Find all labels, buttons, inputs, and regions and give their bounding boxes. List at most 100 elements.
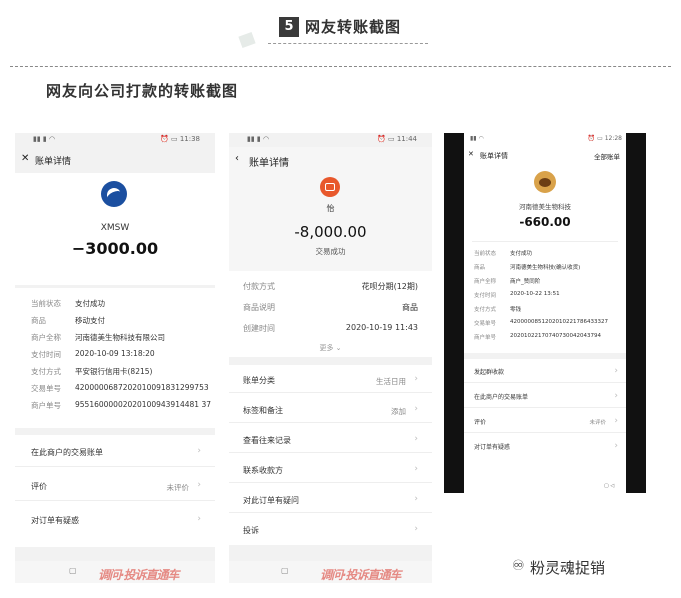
title-underline: [268, 43, 428, 44]
detail-value: 2020-10-22 13:51: [510, 291, 560, 297]
signal-icon: ▮▮ ◠: [470, 135, 484, 142]
merchant-logo-icon: [101, 181, 127, 207]
action-label: 联系收款方: [243, 466, 283, 475]
detail-value: 4200000851202010221786433327: [510, 319, 608, 325]
detail-value: 零钱: [510, 307, 522, 313]
action-label: 在此商户的交易账单: [31, 448, 103, 457]
merchant-logo-icon: [534, 171, 556, 193]
detail-value: 河南德美生物科技有限公司: [75, 333, 165, 342]
wechat-icon: ♾: [512, 558, 525, 574]
detail-value: 花呗分期(12期): [361, 282, 418, 291]
chevron-right-icon: ›: [414, 494, 418, 504]
amount: -8,000.00: [294, 223, 367, 241]
status-bar: ▮▮ ▮ ◠ ⏰ ▭ 11:38: [15, 133, 215, 145]
detail-value: 商户_赞同阶: [510, 279, 541, 285]
status-text: 交易成功: [315, 247, 346, 256]
action-hint: 未评价: [589, 420, 606, 426]
action-label: 发起群收款: [474, 369, 505, 376]
chevron-right-icon: ›: [197, 480, 201, 490]
detail-label: 交易单号: [474, 321, 497, 327]
detail-label: 创建时间: [243, 324, 275, 333]
detail-label: 支付时间: [474, 293, 497, 299]
chevron-right-icon: ›: [414, 524, 418, 534]
detail-label: 商户全称: [474, 279, 497, 285]
chevron-right-icon: ›: [414, 404, 418, 414]
detail-label: 商品: [474, 265, 486, 271]
chevron-right-icon: ›: [414, 464, 418, 474]
divider: [10, 66, 671, 67]
detail-value: 支付成功: [510, 251, 533, 257]
section-title: 网友转账截图: [305, 18, 402, 36]
detail-label: 商户单号: [31, 401, 61, 410]
nav-title: 账单详情: [480, 152, 508, 160]
chevron-right-icon: ›: [197, 514, 201, 524]
action-label: 查看往来记录: [243, 436, 291, 445]
detail-value: 20201022170740730042043794: [510, 333, 601, 339]
detail-list: 付款方式 花呗分期(12期) 商品说明 商品 创建时间 2020-10-19 11:43 …: [229, 271, 432, 357]
chevron-right-icon: ›: [614, 416, 618, 426]
action-list: 账单分类 生活日用 › 标签和备注 添加 › 查看往来记录 › 联系收款方 › 对此订单有疑问 › 投诉…: [229, 365, 432, 545]
merchant-name: 怡: [326, 204, 335, 213]
action-label: 标签和备注: [243, 406, 283, 415]
status-time: ⏰ ▭ 11:38: [160, 135, 200, 143]
detail-value: 2020-10-19 11:43: [345, 323, 418, 332]
amount: -660.00: [519, 215, 571, 229]
action-label: 对此订单有疑问: [243, 496, 299, 505]
action-hint: 未评价: [166, 483, 190, 492]
close-icon[interactable]: ✕: [468, 150, 474, 158]
detail-value: 95516000002020100943914481 37: [75, 400, 211, 409]
chevron-right-icon: ›: [197, 446, 201, 456]
detail-label: 支付方式: [31, 367, 61, 376]
recents-icon[interactable]: ▢: [69, 566, 77, 575]
recents-icon[interactable]: ▢: [281, 566, 289, 575]
detail-value: 平安银行信用卡(8215): [75, 367, 153, 376]
signal-icon: ▮▮ ▮ ◠: [247, 135, 270, 143]
phone-screenshot-1: ▮▮ ▮ ◠ ⏰ ▭ 11:38 ✕ 账单详情 XMSW −3000.00 当前…: [15, 133, 215, 583]
detail-label: 商户单号: [474, 335, 497, 341]
action-label: 对订单有疑惑: [31, 516, 79, 525]
chevron-right-icon: ›: [614, 366, 618, 376]
action-hint: 添加: [391, 407, 406, 416]
detail-value: 河南德美生物科技(确认收货): [510, 265, 581, 271]
close-icon[interactable]: ✕: [21, 153, 29, 164]
detail-label: 当前状态: [31, 299, 61, 308]
phone-screenshot-3: ▮▮ ◠ ⏰ ▭ 12:28 ✕ 账单详情 全部账单 河南德美生物科技 -660…: [444, 133, 646, 493]
action-label: 投诉: [243, 526, 259, 535]
amount-card: XMSW −3000.00: [15, 173, 215, 285]
chevron-right-icon: ›: [614, 441, 618, 451]
detail-label: 商户全称: [31, 333, 61, 342]
amount: −3000.00: [71, 239, 159, 258]
more-link[interactable]: 更多 ⌄: [229, 343, 432, 353]
action-label: 评价: [31, 482, 47, 491]
screen: ▮▮ ◠ ⏰ ▭ 12:28 ✕ 账单详情 全部账单 河南德美生物科技 -660…: [464, 133, 626, 493]
watermark: 调问·投诉直通车: [320, 568, 402, 582]
detail-label: 支付方式: [474, 307, 497, 313]
merchant-name: 河南德美生物科技: [519, 203, 571, 211]
all-bills-link[interactable]: 全部账单: [594, 151, 620, 161]
detail-label: 商品说明: [243, 303, 275, 312]
chevron-right-icon: ›: [414, 434, 418, 444]
amount-card: ‹ 账单详情 怡 -8,000.00 交易成功: [229, 147, 432, 283]
detail-label: 交易单号: [31, 384, 61, 393]
action-label: 评价: [474, 419, 487, 426]
detail-label: 商品: [31, 316, 46, 325]
chevron-right-icon: ›: [414, 374, 418, 384]
nav-bar: ‹ 账单详情: [229, 151, 432, 171]
recents-icon[interactable]: ▢ ◁: [604, 483, 614, 489]
signal-icon: ▮▮ ▮ ◠: [33, 135, 56, 143]
detail-value: 移动支付: [75, 316, 105, 325]
detail-value: 2020-10-09 13:18:20: [75, 349, 155, 358]
watermark: 调问·投诉直通车: [98, 568, 180, 582]
action-label: 对订单有疑惑: [474, 444, 511, 451]
nav-title: 账单详情: [35, 157, 72, 167]
brand-name: 粉灵魂捉销: [530, 559, 606, 577]
section-number: 5: [279, 17, 299, 37]
detail-value: 4200000687202010091831299753: [75, 383, 209, 392]
action-label: 账单分类: [243, 376, 275, 385]
chevron-right-icon: ›: [614, 391, 618, 401]
back-icon[interactable]: ‹: [235, 153, 239, 164]
detail-value: 商品: [402, 303, 418, 312]
detail-label: 支付时间: [31, 350, 61, 359]
status-bar: ▮▮ ◠ ⏰ ▭ 12:28: [464, 133, 626, 145]
status-time: ⏰ ▭ 12:28: [587, 135, 622, 142]
